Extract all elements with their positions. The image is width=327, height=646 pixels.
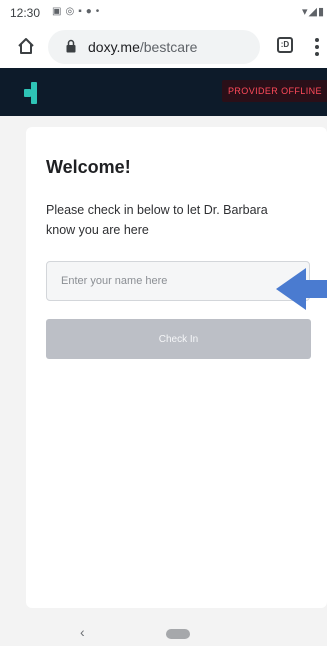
checkin-message: Please check in below to let Dr. Barbara…: [46, 203, 268, 237]
status-bar: 12:30 ▣◎▪●• ▾◢▮: [0, 0, 327, 26]
app-header: PROVIDER OFFLINE: [0, 68, 327, 116]
dot-icon: •: [95, 6, 104, 17]
back-icon[interactable]: ‹: [80, 624, 85, 640]
annotation-arrow-icon: [276, 268, 327, 310]
url-host: doxy.me: [88, 39, 140, 55]
provider-status-badge: PROVIDER OFFLINE: [222, 80, 327, 102]
signal-icon: ◢: [308, 6, 318, 18]
name-input[interactable]: [46, 261, 310, 301]
battery-icon: ▮: [317, 6, 325, 18]
check-in-button[interactable]: Check In: [46, 319, 311, 359]
slack-icon: ▪: [78, 6, 86, 17]
tab-switcher-icon[interactable]: :D: [277, 37, 293, 53]
overflow-menu-icon[interactable]: [314, 38, 320, 56]
system-icons: ▾◢▮: [302, 5, 325, 18]
url-path: /bestcare: [139, 39, 198, 55]
home-icon[interactable]: [16, 36, 36, 56]
url-text: doxy.me/bestcare: [88, 39, 197, 55]
browser-toolbar: doxy.me/bestcare :D: [0, 26, 327, 68]
welcome-title: Welcome!: [46, 157, 131, 177]
home-gesture-pill[interactable]: [166, 629, 190, 639]
notification-icons: ▣◎▪●•: [52, 6, 103, 17]
lock-icon: [66, 39, 76, 53]
status-time: 12:30: [10, 6, 41, 20]
doxy-logo-icon: [24, 82, 37, 104]
image-icon: ▣: [52, 6, 66, 17]
checkin-card: Welcome! Please check in below to let Dr…: [26, 127, 327, 608]
messenger-icon: ◎: [65, 6, 79, 17]
address-bar[interactable]: doxy.me/bestcare: [48, 30, 260, 64]
chat-icon: ●: [85, 6, 96, 17]
system-nav-bar: ‹: [0, 620, 327, 646]
